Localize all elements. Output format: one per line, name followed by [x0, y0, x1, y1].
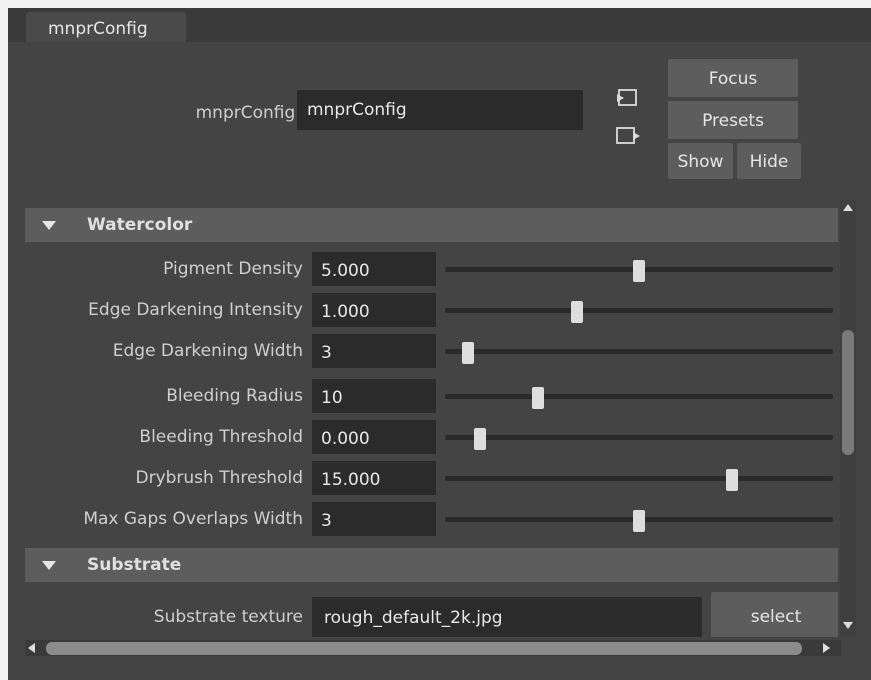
attribute-slider-handle[interactable]	[726, 469, 739, 491]
scroll-right-arrow-icon[interactable]	[823, 643, 830, 653]
attribute-slider-track[interactable]	[445, 394, 833, 399]
presets-button[interactable]: Presets	[668, 101, 798, 139]
attribute-value-field[interactable]: 3	[312, 502, 436, 536]
substrate-texture-row: Substrate texture rough_default_2k.jpg s…	[25, 592, 838, 637]
vertical-scrollbar-thumb[interactable]	[842, 330, 854, 455]
attribute-label: Pigment Density	[163, 259, 303, 279]
hide-button[interactable]: Hide	[737, 143, 801, 179]
node-name-label: mnprConfig:	[195, 103, 301, 123]
horizontal-scrollbar-thumb[interactable]	[46, 642, 802, 655]
collapse-triangle-icon	[42, 561, 56, 570]
attribute-slider-handle[interactable]	[633, 260, 645, 282]
attribute-label: Drybrush Threshold	[135, 468, 303, 488]
attribute-value-field[interactable]: 1.000	[312, 293, 436, 327]
attribute-slider-handle[interactable]	[473, 428, 486, 450]
attribute-label: Bleeding Threshold	[139, 427, 303, 447]
substrate-section-header[interactable]: Substrate	[25, 548, 838, 582]
attribute-value-field[interactable]: 10	[312, 379, 436, 413]
attribute-scroll-area: Watercolor Pigment Density 5.000 Edge Da…	[25, 200, 838, 637]
bleeding-radius-row: Bleeding Radius 10	[25, 379, 838, 415]
pigment-density-row: Pigment Density 5.000	[25, 252, 838, 288]
max-gaps-overlaps-width-row: Max Gaps Overlaps Width 3	[25, 502, 838, 538]
collapse-triangle-icon	[42, 221, 56, 230]
attribute-slider-handle[interactable]	[570, 301, 583, 323]
attribute-slider-track[interactable]	[445, 476, 833, 481]
focus-button[interactable]: Focus	[668, 59, 798, 97]
attribute-value-field[interactable]: 0.000	[312, 420, 436, 454]
bleeding-threshold-row: Bleeding Threshold 0.000	[25, 420, 838, 456]
attribute-value-field[interactable]: 5.000	[312, 252, 436, 286]
attribute-label: Edge Darkening Width	[112, 341, 303, 361]
tab-bar: mnprConfig	[8, 8, 871, 42]
attribute-slider-handle[interactable]	[532, 387, 545, 409]
attribute-slider-track[interactable]	[445, 349, 833, 354]
output-connection-icon[interactable]	[615, 125, 641, 147]
attribute-slider-track[interactable]	[445, 308, 833, 313]
scroll-down-arrow-icon[interactable]	[843, 622, 853, 629]
watercolor-section-header[interactable]: Watercolor	[25, 208, 838, 242]
scroll-up-arrow-icon[interactable]	[843, 204, 853, 211]
tab-mnprconfig[interactable]: mnprConfig	[26, 12, 186, 42]
attribute-slider-handle[interactable]	[633, 510, 645, 532]
attribute-label: Edge Darkening Intensity	[88, 300, 303, 320]
attribute-slider-handle[interactable]	[462, 342, 475, 364]
show-button[interactable]: Show	[668, 143, 733, 179]
attribute-label: Max Gaps Overlaps Width	[83, 509, 303, 529]
attribute-value-field[interactable]: 15.000	[312, 461, 436, 495]
attribute-label: Substrate texture	[153, 607, 303, 627]
node-name-field[interactable]: mnprConfig	[297, 90, 583, 130]
select-texture-button[interactable]: select	[711, 592, 838, 637]
drybrush-threshold-row: Drybrush Threshold 15.000	[25, 461, 838, 497]
attribute-value-field[interactable]: 3	[312, 334, 436, 368]
attribute-slider-track[interactable]	[445, 435, 833, 440]
scroll-left-arrow-icon[interactable]	[28, 643, 35, 653]
attribute-label: Bleeding Radius	[166, 386, 303, 406]
edge-darkening-intensity-row: Edge Darkening Intensity 1.000	[25, 293, 838, 329]
substrate-texture-field[interactable]: rough_default_2k.jpg	[312, 597, 702, 637]
input-connection-icon[interactable]	[615, 87, 641, 109]
edge-darkening-width-row: Edge Darkening Width 3	[25, 334, 838, 370]
